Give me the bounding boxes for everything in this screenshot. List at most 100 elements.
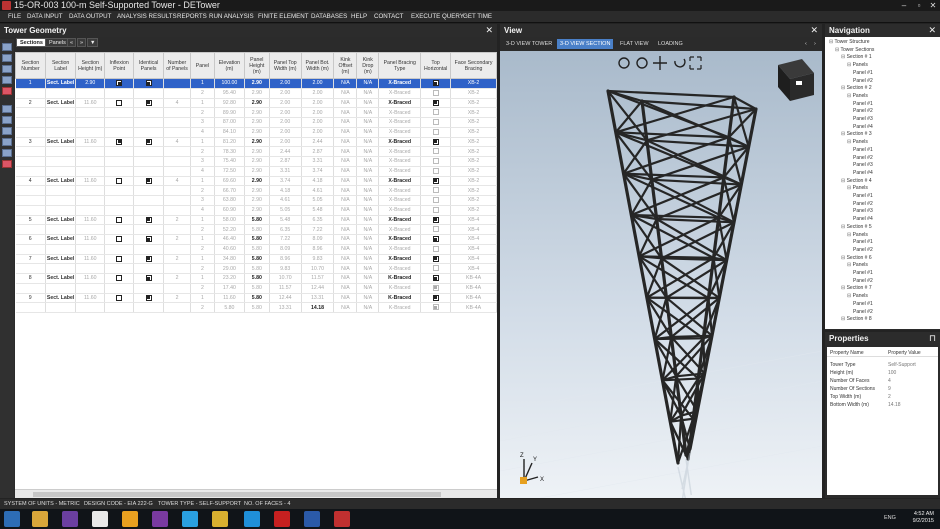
tree-node[interactable]: Panel #2: [853, 201, 873, 209]
menu-help[interactable]: HELP: [351, 11, 367, 23]
cell-panel[interactable]: 2: [190, 283, 215, 294]
cell-label[interactable]: Sect. Label: [45, 78, 77, 89]
checkbox-icon[interactable]: [432, 128, 439, 135]
cell-sec[interactable]: 4: [15, 176, 46, 187]
checkbox-icon[interactable]: [116, 255, 123, 262]
column-header[interactable]: Kink Drop (m): [356, 52, 380, 79]
cell-label[interactable]: Sect. Label: [45, 98, 77, 109]
inflexion-checkbox[interactable]: [104, 205, 135, 216]
dropdown-icon[interactable]: ▼: [87, 38, 99, 47]
tree-node[interactable]: Panel #2: [853, 108, 873, 116]
cell-sh[interactable]: [75, 205, 106, 216]
cell-elev[interactable]: 52.20: [214, 224, 245, 235]
inflexion-checkbox[interactable]: [104, 107, 135, 118]
column-header[interactable]: Panel Height (m): [243, 52, 270, 79]
column-header[interactable]: Section Height (m): [75, 52, 106, 79]
identical-panels-checkbox[interactable]: [133, 234, 165, 245]
tab-flat-view[interactable]: FLAT VIEW: [617, 39, 652, 49]
cell-fsb[interactable]: KB-4A: [450, 293, 497, 304]
cell-fsb[interactable]: XB-2: [450, 185, 497, 196]
cell-kd[interactable]: N/A: [356, 234, 380, 245]
tree-node[interactable]: Panel #2: [853, 309, 873, 317]
checkbox-icon[interactable]: [432, 99, 439, 106]
checkbox-icon[interactable]: [432, 187, 439, 194]
checkbox-icon[interactable]: [432, 284, 439, 291]
checkbox-icon[interactable]: [432, 216, 439, 223]
checkbox-icon[interactable]: [432, 255, 439, 262]
cell-bt[interactable]: X-Braced: [378, 166, 422, 177]
top-horizontal-checkbox[interactable]: [420, 78, 452, 89]
cell-label[interactable]: Sect. Label: [45, 234, 77, 245]
inflexion-checkbox[interactable]: [104, 185, 135, 196]
cell-ptw[interactable]: 4.18: [269, 185, 302, 196]
tree-node[interactable]: ⊟ Tower Sections: [835, 47, 874, 55]
inflexion-checkbox[interactable]: [104, 263, 135, 274]
checkbox-icon[interactable]: [145, 99, 152, 106]
property-row[interactable]: Top Width (m) 2: [827, 393, 938, 401]
cell-np[interactable]: [163, 127, 191, 138]
cell-ph[interactable]: 2.90: [244, 166, 270, 177]
top-horizontal-checkbox[interactable]: [420, 254, 452, 265]
table-row[interactable]: 2 17.40 5.80 11.57 12.44 N/A N/A K-Braced KB-4A: [15, 283, 497, 294]
identical-panels-checkbox[interactable]: [133, 137, 165, 148]
cell-kd[interactable]: N/A: [356, 156, 380, 167]
column-header[interactable]: Number of Panels: [163, 52, 191, 79]
table-row[interactable]: 2 Sect. Label 11.60 4 1 92.80 2.90 2.00 2.00 N/A N…: [15, 98, 497, 109]
cell-fsb[interactable]: KB-4A: [450, 273, 497, 284]
cell-fsb[interactable]: XB-2: [450, 107, 497, 118]
cell-elev[interactable]: 78.30: [214, 146, 245, 157]
cell-fsb[interactable]: XB-2: [450, 146, 497, 157]
identical-panels-checkbox[interactable]: [133, 205, 165, 216]
tree-node[interactable]: Panel #1: [853, 147, 873, 155]
app2-icon[interactable]: [212, 511, 228, 527]
chevron-left-icon[interactable]: ‹: [802, 39, 810, 49]
cell-label[interactable]: [45, 185, 77, 196]
property-row[interactable]: Height (m) 100: [827, 369, 938, 377]
cell-sh[interactable]: [75, 107, 106, 118]
checkbox-icon[interactable]: [145, 177, 152, 184]
cell-ko[interactable]: N/A: [333, 88, 358, 99]
top-horizontal-checkbox[interactable]: [420, 234, 452, 245]
cell-np[interactable]: [163, 195, 191, 206]
cell-elev[interactable]: 95.40: [214, 88, 245, 99]
cell-ko[interactable]: N/A: [333, 293, 358, 304]
column-header[interactable]: Panel: [189, 52, 215, 79]
move-up-icon[interactable]: [2, 105, 12, 113]
cell-fsb[interactable]: XB-2: [450, 137, 497, 148]
cell-label[interactable]: Sect. Label: [45, 254, 77, 265]
table-row[interactable]: 1 Sect. Label 2.90 1 100.00 2.90 2.00 2.00 N/A N/…: [15, 78, 497, 89]
menu-execute-query[interactable]: EXECUTE QUERY: [411, 11, 464, 23]
table-row[interactable]: 5 Sect. Label 11.60 2 1 58.00 5.80 5.48 6.35 N/A N…: [15, 215, 497, 226]
cell-ko[interactable]: N/A: [333, 263, 358, 274]
cell-elev[interactable]: 63.80: [214, 195, 245, 206]
cell-kd[interactable]: N/A: [356, 205, 380, 216]
column-header[interactable]: Panel Bracing Type: [378, 52, 422, 79]
identical-panels-checkbox[interactable]: [133, 176, 165, 187]
checkbox-icon[interactable]: [432, 265, 439, 272]
cell-panel[interactable]: 4: [190, 166, 215, 177]
cell-sh[interactable]: 11.60: [75, 273, 106, 284]
cell-sh[interactable]: [75, 185, 106, 196]
cell-ptw[interactable]: 2.00: [269, 117, 302, 128]
cell-ko[interactable]: N/A: [333, 273, 358, 284]
checkbox-icon[interactable]: [116, 138, 123, 145]
cell-ph[interactable]: 2.90: [244, 205, 270, 216]
cell-panel[interactable]: 1: [190, 98, 215, 109]
checkbox-icon[interactable]: [432, 236, 439, 243]
cell-label[interactable]: Sect. Label: [45, 293, 77, 304]
skype-icon[interactable]: [244, 511, 260, 527]
top-horizontal-checkbox[interactable]: [420, 88, 452, 99]
cell-ptw[interactable]: 12.44: [269, 293, 302, 304]
cell-panel[interactable]: 3: [190, 156, 215, 167]
cell-pbw[interactable]: 11.57: [301, 273, 335, 284]
cell-sec[interactable]: 9: [15, 293, 46, 304]
table-row[interactable]: 4 84.10 2.90 2.00 2.00 N/A N/A X-Braced XB-2: [15, 127, 497, 138]
cell-fsb[interactable]: XB-2: [450, 117, 497, 128]
table-row[interactable]: 4 60.90 2.90 5.05 5.48 N/A N/A X-Braced XB-2: [15, 205, 497, 216]
cell-pbw[interactable]: 8.09: [301, 234, 335, 245]
cell-label[interactable]: [45, 244, 77, 255]
cell-ph[interactable]: 2.90: [244, 156, 270, 167]
identical-panels-checkbox[interactable]: [133, 244, 165, 255]
cell-ptw[interactable]: 8.96: [269, 254, 302, 265]
identical-panels-checkbox[interactable]: [133, 156, 165, 167]
